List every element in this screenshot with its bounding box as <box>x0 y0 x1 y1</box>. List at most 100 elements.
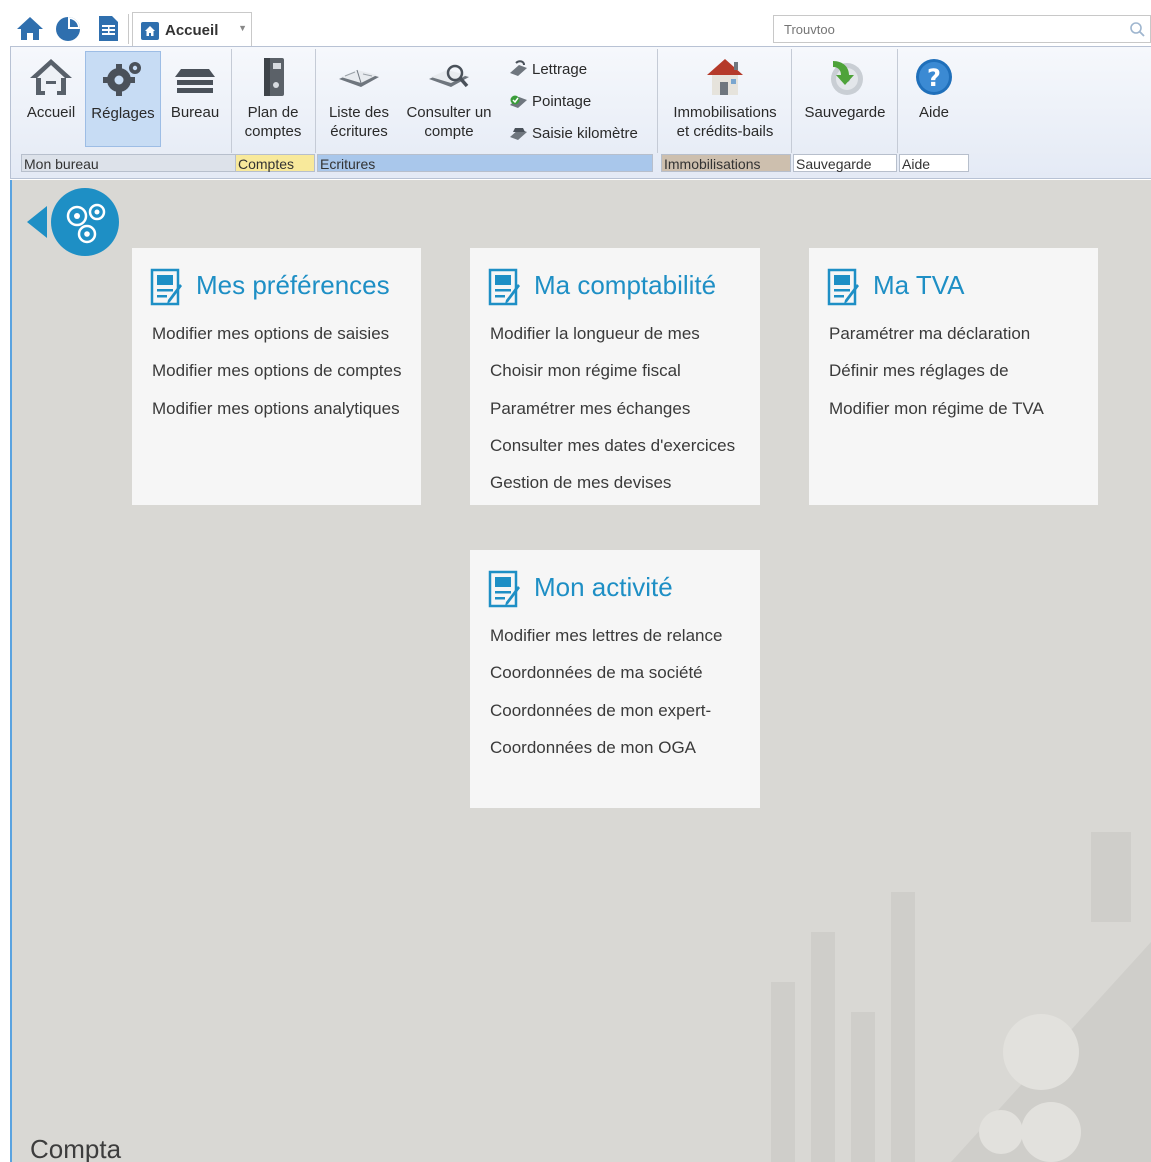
aide-label: Aide <box>918 104 950 121</box>
liste-des-ecritures-button[interactable]: Liste des écritures <box>319 51 399 147</box>
lettrage-button[interactable]: Lettrage <box>507 57 587 81</box>
card-link-oga[interactable]: Coordonnées de mon OGA <box>490 738 722 775</box>
card-link-devises[interactable]: Gestion de mes devises <box>490 473 735 510</box>
binder-icon <box>264 58 284 96</box>
group-label-ecritures: Ecritures <box>317 154 653 172</box>
desk-icon <box>175 69 215 93</box>
chevron-down-icon[interactable]: ▼ <box>238 23 247 33</box>
pointage-label: Pointage <box>532 92 592 110</box>
card-link-list: Paramétrer ma déclaration Définir mes ré… <box>829 324 1044 436</box>
card-link-expert[interactable]: Coordonnées de mon expert- <box>490 701 722 738</box>
card-link-regime-tva[interactable]: Modifier mon régime de TVA <box>829 399 1044 436</box>
svg-text:?: ? <box>927 64 941 92</box>
search-input[interactable] <box>774 16 1150 42</box>
tab-label: Accueil <box>165 22 219 39</box>
card-mes-preferences: Mes préférences Modifier mes options de … <box>132 248 421 505</box>
card-link-societe[interactable]: Coordonnées de ma société <box>490 663 722 700</box>
book-magnifier-icon <box>429 64 469 88</box>
liste-line1: Liste des <box>328 104 390 121</box>
document-icon <box>488 268 520 306</box>
sauvegarde-label: Sauvegarde <box>804 104 886 121</box>
document-icon <box>827 268 859 306</box>
card-link-relance[interactable]: Modifier mes lettres de relance <box>490 626 722 663</box>
card-title: Ma TVA <box>873 270 965 300</box>
group-divider <box>897 49 898 153</box>
house-icon <box>707 59 743 95</box>
card-ma-comptabilite: Ma comptabilité Modifier la longueur de … <box>470 248 760 505</box>
saisie-kilometre-button[interactable]: Saisie kilomètre <box>507 121 638 145</box>
lettrage-label: Lettrage <box>532 60 588 78</box>
home-icon <box>30 59 72 95</box>
reglages-button[interactable]: Réglages <box>85 51 161 147</box>
card-link-saisies[interactable]: Modifier mes options de saisies <box>152 324 401 361</box>
accueil-button[interactable]: Accueil <box>15 51 87 147</box>
group-divider <box>231 49 232 153</box>
card-link-comptes[interactable]: Modifier mes options de comptes <box>152 361 401 398</box>
card-title: Mes préférences <box>196 270 390 300</box>
liste-line2: écritures <box>330 123 388 140</box>
aide-button[interactable]: ? Aide <box>901 51 967 147</box>
card-link-list: Modifier la longueur de mes Choisir mon … <box>490 324 735 510</box>
group-divider <box>657 49 658 153</box>
consulter-un-compte-button[interactable]: Consulter un compte <box>401 51 497 147</box>
group-divider <box>315 49 316 153</box>
back-settings-icon[interactable] <box>25 188 121 256</box>
group-divider <box>791 49 792 153</box>
link-icon <box>510 60 527 76</box>
plan-line1: Plan de <box>247 104 299 121</box>
search-icon[interactable] <box>1128 20 1146 38</box>
card-link-list: Modifier mes options de saisies Modifier… <box>152 324 401 436</box>
backup-disc-icon <box>831 61 863 95</box>
card-mon-activite: Mon activité Modifier mes lettres de rel… <box>470 550 760 808</box>
card-ma-tva: Ma TVA Paramétrer ma déclaration Définir… <box>809 248 1098 505</box>
tab-accueil[interactable]: Accueil ▼ <box>132 12 252 48</box>
help-icon: ? <box>916 59 952 95</box>
consulter-line1: Consulter un <box>406 104 492 121</box>
group-label-mon-bureau: Mon bureau <box>21 154 239 172</box>
home-icon[interactable] <box>16 14 44 42</box>
immo-line1: Immobilisations <box>673 104 777 121</box>
home-icon <box>141 21 159 40</box>
reglages-label: Réglages <box>91 105 155 122</box>
card-title: Ma comptabilité <box>534 270 717 300</box>
document-icon[interactable] <box>94 14 122 42</box>
plan-de-comptes-button[interactable]: Plan de comptes <box>235 51 311 147</box>
card-link-analytiques[interactable]: Modifier mes options analytiques <box>152 399 401 436</box>
immo-line2: et crédits-bails <box>676 123 774 140</box>
bureau-label: Bureau <box>170 104 220 121</box>
group-label-aide: Aide <box>899 154 969 172</box>
card-link-reglages[interactable]: Définir mes réglages de <box>829 361 1044 398</box>
group-label-comptes: Comptes <box>235 154 315 172</box>
group-label-sauvegarde: Sauvegarde <box>793 154 897 172</box>
card-link-exercices[interactable]: Consulter mes dates d'exercices <box>490 436 735 473</box>
card-link-declaration[interactable]: Paramétrer ma déclaration <box>829 324 1044 361</box>
ribbon: Accueil Réglages Bureau Plan de comptes … <box>10 46 1151 179</box>
app-name-label: Compta <box>30 1134 122 1162</box>
accueil-label: Accueil <box>26 104 76 121</box>
group-label-immobilisations: Immobilisations <box>661 154 791 172</box>
sauvegarde-button[interactable]: Sauvegarde <box>795 51 895 147</box>
pie-chart-icon[interactable] <box>54 14 82 42</box>
document-icon <box>488 570 520 608</box>
top-bar: Accueil ▼ <box>0 0 1151 48</box>
main-content: Mes préférences Modifier mes options de … <box>10 180 1151 1162</box>
consulter-line2: compte <box>424 123 474 140</box>
gear-icon <box>103 62 141 96</box>
card-link-echanges[interactable]: Paramétrer mes échanges <box>490 399 735 436</box>
card-link-list: Modifier mes lettres de relance Coordonn… <box>490 626 722 775</box>
bureau-button[interactable]: Bureau <box>161 51 229 147</box>
card-link-longueur[interactable]: Modifier la longueur de mes <box>490 324 735 361</box>
plan-line2: comptes <box>244 123 302 140</box>
open-book-icon <box>339 69 379 87</box>
check-book-icon <box>510 95 527 108</box>
toolbar-divider <box>128 14 129 44</box>
saisie-km-label: Saisie kilomètre <box>532 124 638 142</box>
document-icon <box>150 268 182 306</box>
background-watermark <box>771 832 1151 1162</box>
card-link-regime-fiscal[interactable]: Choisir mon régime fiscal <box>490 361 735 398</box>
car-book-icon <box>510 128 527 140</box>
pointage-button[interactable]: Pointage <box>507 89 591 113</box>
card-title: Mon activité <box>534 572 673 602</box>
search-box <box>773 15 1151 43</box>
immobilisations-button[interactable]: Immobilisations et crédits-bails <box>661 51 789 147</box>
